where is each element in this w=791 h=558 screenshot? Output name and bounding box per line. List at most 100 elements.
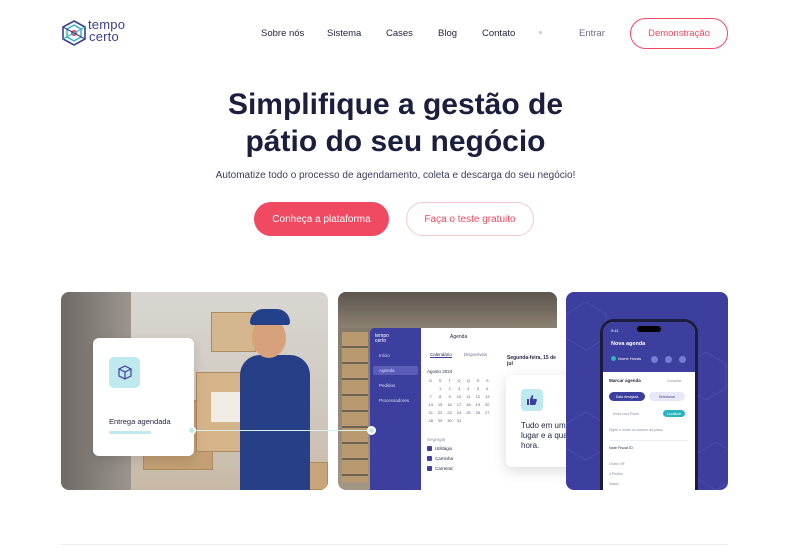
hero-title-line1: Simplifique a gestão de <box>227 88 564 121</box>
calendar-day[interactable]: 8 <box>436 394 443 399</box>
calendar-day[interactable]: 7 <box>427 394 434 399</box>
phone-step-4 <box>679 356 686 363</box>
app-sidebar-item-agenda[interactable]: Agenda <box>373 366 418 375</box>
calendar-day[interactable]: 9 <box>446 394 453 399</box>
calendar-day[interactable] <box>474 418 481 423</box>
phone-section-right: Consulta <box>667 379 681 383</box>
app-filter-label: Segregar <box>427 437 446 442</box>
calendar-day[interactable]: 31 <box>455 418 462 423</box>
phone-section-label: Marcar agenda <box>609 378 641 383</box>
logo[interactable]: tempo certo <box>61 18 141 48</box>
logo-text-line2: certo <box>89 29 119 44</box>
calendar-day[interactable] <box>465 418 472 423</box>
app-filter-check-1[interactable]: Utilitágio <box>427 446 452 452</box>
calendar-day[interactable]: 10 <box>455 394 462 399</box>
nav-sobre-nos[interactable]: Sobre nós <box>261 28 304 39</box>
nav-cases[interactable]: Cases <box>386 28 413 39</box>
app-filter-check-2[interactable]: Caminha <box>427 456 453 462</box>
platform-button[interactable]: Conheça a plataforma <box>254 202 389 236</box>
nav-blog[interactable]: Blog <box>438 28 457 39</box>
nav-divider-dot <box>539 31 542 34</box>
phone-step-1-label: Nome Hozas <box>618 356 642 361</box>
hero-title: Simplifique a gestão de pátio do seu neg… <box>0 86 791 160</box>
warehouse-shelf <box>342 332 368 482</box>
calendar-weekday: D <box>429 378 433 383</box>
card-connector-line <box>190 430 372 431</box>
phone-step-1: Nome Hozas <box>611 356 642 362</box>
package-icon <box>109 357 140 388</box>
nav-contato[interactable]: Contato <box>482 28 515 39</box>
phone-search-text[interactable]: Entre uma Rcuth <box>613 412 639 416</box>
calendar-day[interactable]: 29 <box>436 418 443 423</box>
calendar-day[interactable]: 4 <box>465 386 472 391</box>
calendar-day[interactable]: 21 <box>427 410 434 415</box>
calendar-day[interactable]: 19 <box>474 402 481 407</box>
app-calendar-grid[interactable]: D S T Q Q S S 1 2 3 4 5 6 7 8 9 10 11 12 13 14 15 16 17 18 19 20 21… <box>427 378 491 423</box>
app-logo-line2: certo <box>375 338 387 344</box>
step-indicator-icon <box>611 356 616 362</box>
calendar-day[interactable]: 20 <box>484 402 491 407</box>
calendar-day[interactable]: 2 <box>446 386 453 391</box>
app-logo: tempo certo <box>375 334 389 344</box>
calendar-weekday: S <box>476 378 480 383</box>
phone-step-2 <box>651 356 658 363</box>
calendar-day[interactable] <box>484 418 491 423</box>
calendar-day[interactable]: 11 <box>465 394 472 399</box>
app-sidebar-item-inicio[interactable]: Início <box>379 353 390 358</box>
nav-sistema[interactable]: Sistema <box>327 28 361 39</box>
calendar-day[interactable] <box>427 386 434 391</box>
calendar-weekday: T <box>448 378 451 383</box>
delivery-worker-body <box>240 355 310 490</box>
app-sidebar-item-processadores[interactable]: Processadores <box>379 398 409 403</box>
calendar-day[interactable]: 23 <box>446 410 453 415</box>
smartphone-mockup: 9:41 Nova agenda Nome Hozas Marcar agend… <box>600 319 698 490</box>
thumbs-up-icon <box>521 389 543 411</box>
calendar-day[interactable]: 16 <box>446 402 453 407</box>
free-trial-button[interactable]: Faça o teste gratuito <box>406 202 534 236</box>
calendar-day[interactable]: 28 <box>427 418 434 423</box>
app-top-title: Agenda <box>450 334 468 340</box>
app-filter-check-3[interactable]: Carretral <box>427 466 453 472</box>
checkbox-icon <box>427 466 432 472</box>
calendar-day[interactable]: 1 <box>436 386 443 391</box>
calendar-day[interactable]: 12 <box>474 394 481 399</box>
calendar-weekday: S <box>485 378 489 383</box>
calendar-day[interactable]: 24 <box>455 410 462 415</box>
checkbox-icon <box>427 446 432 452</box>
connector-dot <box>367 426 376 435</box>
phone-search-button[interactable]: Localizar <box>663 410 685 417</box>
scheduled-delivery-label: Entrega agendada <box>109 417 171 426</box>
phone-hint: Digite o nome ou número da placa <box>609 428 663 432</box>
calendar-day[interactable]: 26 <box>474 410 481 415</box>
app-sidebar-item-pedidos[interactable]: Pedidos <box>379 383 395 388</box>
phone-row-2: # Pedido <box>609 472 623 476</box>
demo-button[interactable]: Demonstração <box>630 18 728 49</box>
hero-subtitle: Automatize todo o processo de agendament… <box>215 170 576 181</box>
calendar-day[interactable]: 18 <box>465 402 472 407</box>
calendar-day[interactable]: 27 <box>484 410 491 415</box>
app-tab-calendario[interactable]: Calendário <box>430 352 452 358</box>
calendar-day[interactable]: 30 <box>446 418 453 423</box>
login-link[interactable]: Entrar <box>579 28 605 39</box>
calendar-day[interactable]: 13 <box>484 394 491 399</box>
calendar-day[interactable]: 6 <box>484 386 491 391</box>
app-tab-disponiveis[interactable]: Disponíveis <box>464 352 487 357</box>
phone-title: Nova agenda <box>611 341 646 347</box>
calendar-day[interactable]: 14 <box>427 402 434 407</box>
package-icon-svg <box>117 364 132 380</box>
calendar-day[interactable]: 22 <box>436 410 443 415</box>
calendar-day[interactable]: 5 <box>474 386 481 391</box>
phone-pill-select[interactable]: Selecionar <box>649 392 685 401</box>
phone-pill-date[interactable]: Data desejada <box>609 392 645 401</box>
warehouse-ceiling <box>338 292 557 328</box>
logo-text: tempo certo <box>88 18 125 44</box>
calendar-day[interactable]: 3 <box>455 386 462 391</box>
cardboard-box <box>211 312 256 352</box>
calendar-day[interactable]: 15 <box>436 402 443 407</box>
phone-step-3 <box>665 356 672 363</box>
scheduled-delivery-card: Entrega agendada <box>93 338 194 456</box>
checkbox-icon <box>427 456 432 462</box>
calendar-day[interactable]: 17 <box>455 402 462 407</box>
section-divider <box>61 544 728 545</box>
calendar-day[interactable]: 25 <box>465 410 472 415</box>
